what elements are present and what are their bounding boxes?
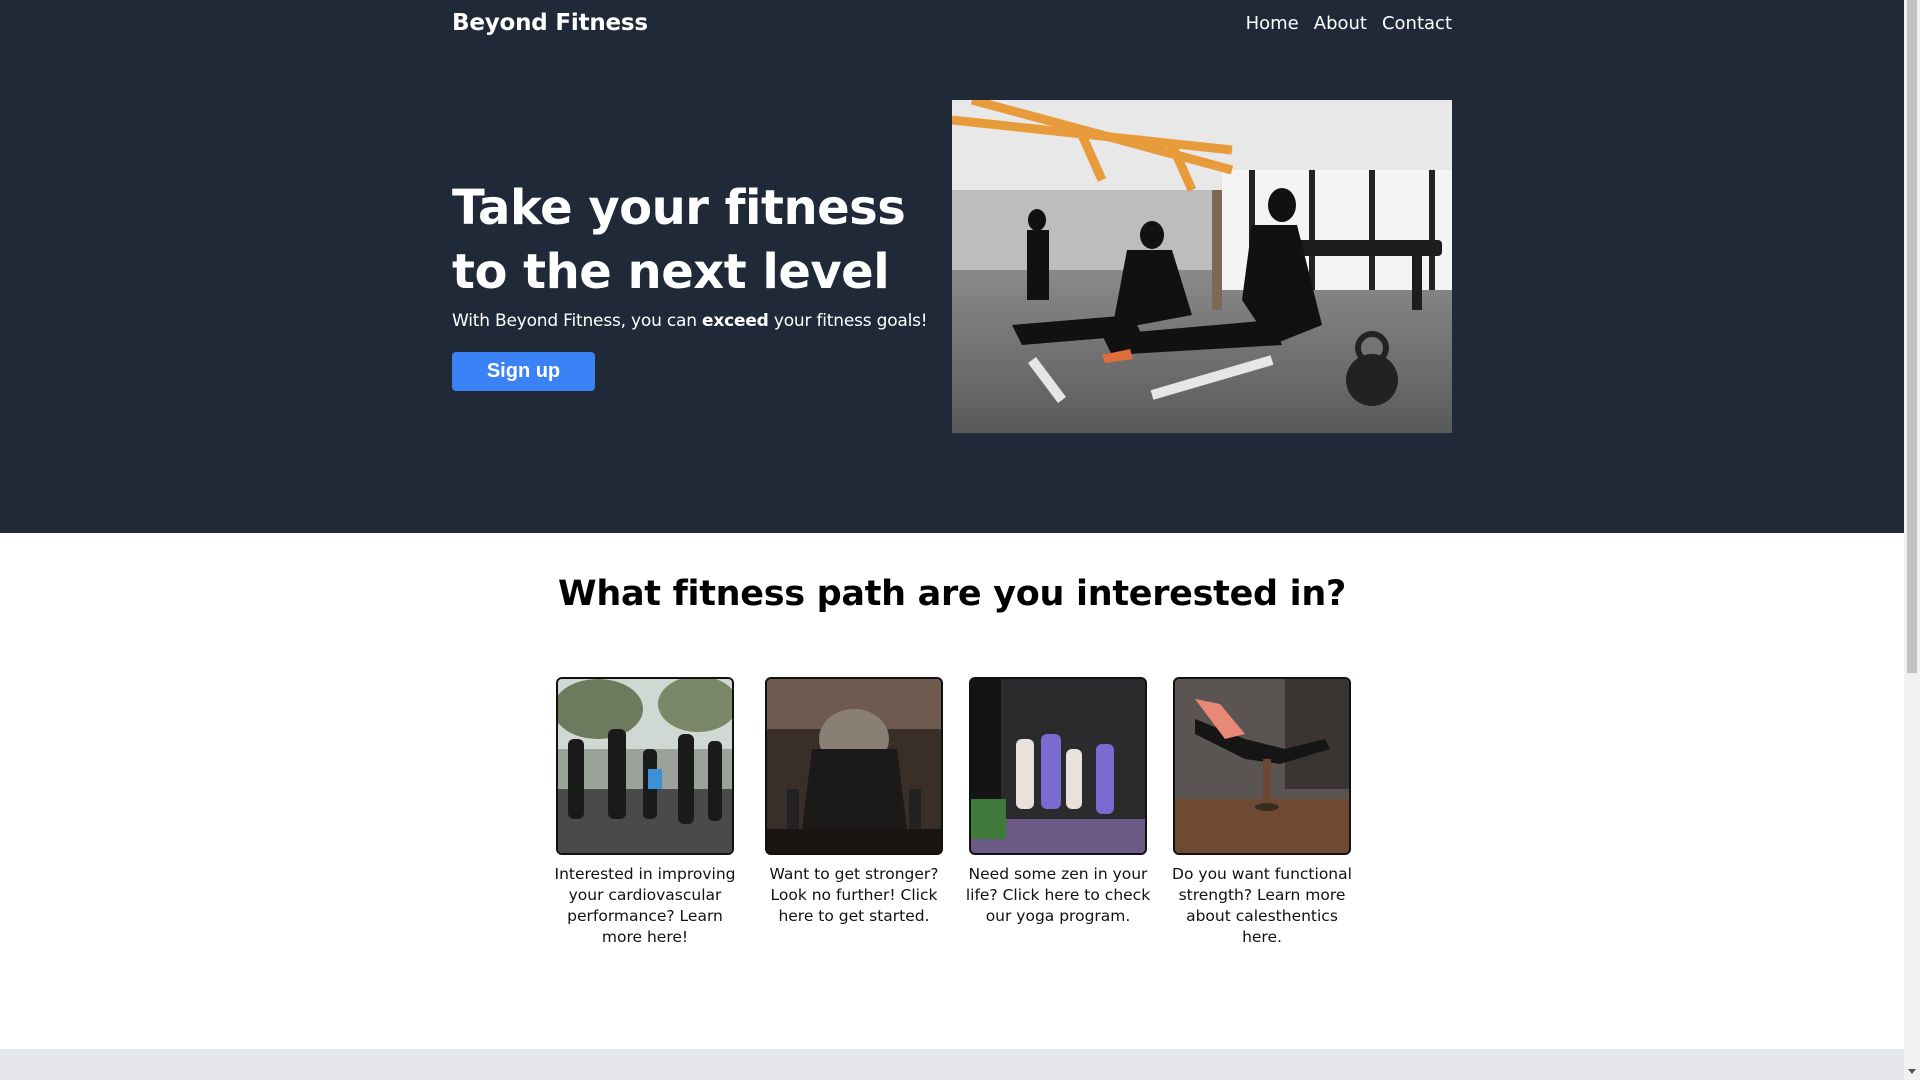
nav-contact-link[interactable]: Contact bbox=[1382, 13, 1452, 34]
yoga-class-photo-icon bbox=[971, 679, 1145, 853]
hero-section: Beyond Fitness Home About Contact Take y… bbox=[0, 0, 1904, 533]
yoga-card[interactable]: Need some zen in your life? Click here t… bbox=[963, 677, 1153, 927]
strength-image[interactable] bbox=[765, 677, 943, 855]
hero-subtitle-start: With Beyond Fitness, you can bbox=[452, 311, 703, 331]
hero-title: Take your fitness to the next level bbox=[452, 180, 906, 300]
strength-description[interactable]: Want to get stronger? Look no further! C… bbox=[759, 864, 949, 927]
cardio-card[interactable]: Interested in improving your cardiovascu… bbox=[550, 677, 740, 948]
calisthenics-card[interactable]: Do you want functional strength? Learn m… bbox=[1167, 677, 1357, 948]
hero-subtitle: With Beyond Fitness, you can exceed your… bbox=[452, 311, 928, 331]
cardio-description[interactable]: Interested in improving your cardiovascu… bbox=[550, 864, 740, 948]
scrollbar-thumb[interactable] bbox=[1907, 0, 1917, 673]
yoga-image[interactable] bbox=[969, 677, 1147, 855]
page: Beyond Fitness Home About Contact Take y… bbox=[0, 0, 1904, 1080]
section-title: What fitness path are you interested in? bbox=[558, 574, 1346, 614]
brand-logo[interactable]: Beyond Fitness bbox=[452, 10, 648, 36]
nav-home-link[interactable]: Home bbox=[1246, 13, 1299, 34]
cardio-image[interactable] bbox=[556, 677, 734, 855]
scroll-down-arrow-icon[interactable] bbox=[1908, 1069, 1916, 1074]
page-scrollbar[interactable] bbox=[1904, 0, 1920, 1080]
hero-subtitle-end: your fitness goals! bbox=[768, 311, 928, 331]
signup-button[interactable]: Sign up bbox=[452, 352, 595, 391]
calisthenics-image[interactable] bbox=[1173, 677, 1351, 855]
footer bbox=[0, 1049, 1904, 1080]
running-group-photo-icon bbox=[558, 679, 732, 853]
strength-card[interactable]: Want to get stronger? Look no further! C… bbox=[759, 677, 949, 927]
yoga-description[interactable]: Need some zen in your life? Click here t… bbox=[963, 864, 1153, 927]
gym-photo-icon bbox=[952, 100, 1452, 433]
main-nav: Home About Contact bbox=[1246, 13, 1452, 34]
calisthenics-description[interactable]: Do you want functional strength? Learn m… bbox=[1167, 864, 1357, 948]
strength-training-photo-icon bbox=[767, 679, 941, 853]
nav-about-link[interactable]: About bbox=[1314, 13, 1367, 34]
calisthenics-photo-icon bbox=[1175, 679, 1349, 853]
hero-gym-image bbox=[952, 100, 1452, 433]
hero-subtitle-emphasis: exceed bbox=[702, 311, 769, 331]
